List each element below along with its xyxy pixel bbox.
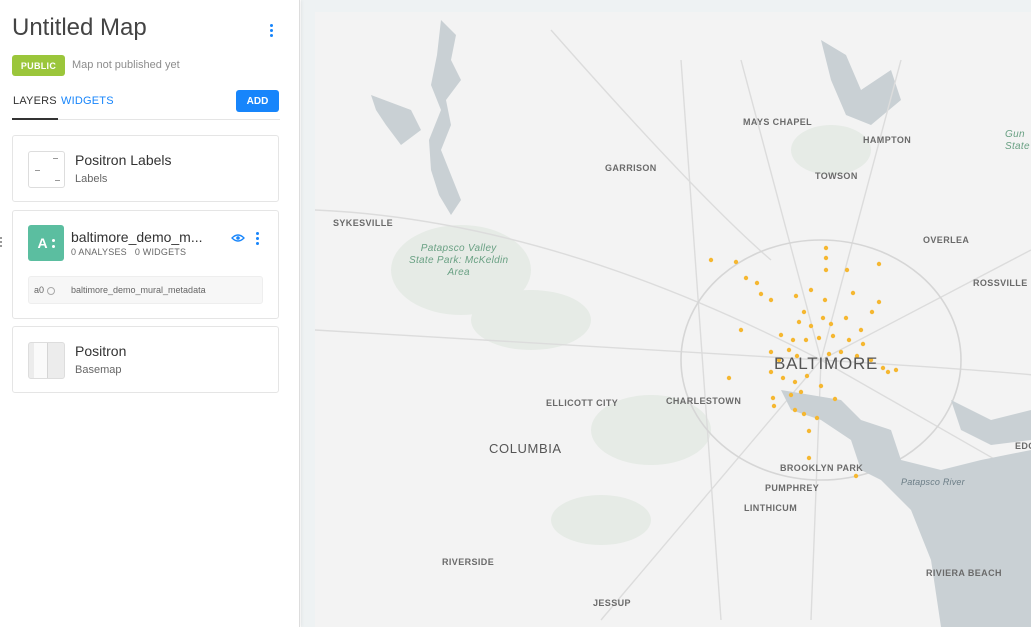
map-options-menu-icon[interactable] <box>264 22 278 40</box>
layer-subtitle: Labels <box>75 173 108 185</box>
editor-sidebar: Untitled Map PUBLIC Map not published ye… <box>0 0 300 627</box>
map-label-towson: TOWSON <box>815 171 858 181</box>
add-layer-button[interactable]: ADD <box>236 90 279 112</box>
analyses-count: 0 ANALYSES <box>71 247 127 257</box>
drag-handle-icon[interactable] <box>0 237 4 249</box>
gun-label-line: Gun <box>1005 129 1025 140</box>
privacy-badge[interactable]: PUBLIC <box>12 55 65 76</box>
layer-options-menu-icon[interactable] <box>250 230 264 248</box>
layer-letter: A <box>37 235 48 251</box>
tab-widgets[interactable]: WIDGETS <box>61 95 114 107</box>
analysis-source-row[interactable]: a0 baltimore_demo_mural_metadata <box>28 276 263 304</box>
map-label-pumphrey: PUMPHREY <box>765 483 820 493</box>
map-canvas[interactable]: MAYS CHAPEL HAMPTON GARRISON TOWSON SYKE… <box>301 0 1031 627</box>
map-label-edg: EDG <box>1015 441 1031 451</box>
map-label-garrison: GARRISON <box>605 163 657 173</box>
map-label-jessup: JESSUP <box>593 598 631 608</box>
map-label-overlea: OVERLEA <box>923 235 970 245</box>
gun-label-line: State <box>1005 141 1030 152</box>
layer-subtitle: Basemap <box>75 364 122 376</box>
layer-title: Positron Labels <box>75 152 172 168</box>
tab-layers[interactable]: LAYERS <box>12 95 58 120</box>
analysis-id: a0 <box>34 285 45 295</box>
park-label-line: Patapsco Valley <box>420 243 497 254</box>
layer-title: Positron <box>75 343 127 359</box>
map-label-hampton: HAMPTON <box>863 135 912 145</box>
map-label-gun: Gun State <box>1005 129 1030 153</box>
map-label-sykesville: SYKESVILLE <box>333 218 394 228</box>
layer-card-basemap[interactable]: Positron Basemap <box>12 326 279 393</box>
widgets-count: 0 WIDGETS <box>134 247 187 257</box>
map-label-mays-chapel: MAYS CHAPEL <box>743 117 813 127</box>
layer-card-data[interactable]: A baltimore_demo_m... 0 ANALYSES 0 WIDGET… <box>12 210 279 319</box>
map-label-patapsco-park: Patapsco Valley State Park: McKeldin Are… <box>409 243 508 279</box>
layer-meta: 0 ANALYSES 0 WIDGETS <box>71 247 194 257</box>
map-label-ellicott-city: ELLICOTT CITY <box>546 398 619 408</box>
visibility-eye-icon[interactable] <box>231 233 245 243</box>
map-label-charlestown: CHARLESTOWN <box>666 396 742 406</box>
analysis-source-name: baltimore_demo_mural_metadata <box>71 285 206 295</box>
map-label-brooklyn-park: BROOKLYN PARK <box>780 463 864 473</box>
map-label-rossville: ROSSVILLE <box>973 278 1028 288</box>
layer-letter-badge[interactable]: A <box>28 225 64 261</box>
layer-card-labels[interactable]: Positron Labels Labels <box>12 135 279 202</box>
map-label-riviera-beach: RIVIERA BEACH <box>926 568 1002 578</box>
layer-title[interactable]: baltimore_demo_m... <box>71 229 216 245</box>
map-label-patapsco-river: Patapsco River <box>901 477 965 487</box>
source-node-icon <box>47 287 55 295</box>
layer-dots-icon <box>51 238 55 248</box>
map-title[interactable]: Untitled Map <box>12 14 147 42</box>
map-label-linthicum: LINTHICUM <box>744 503 798 513</box>
park-label-line: State Park: McKeldin <box>409 255 509 266</box>
labels-thumbnail <box>28 151 65 188</box>
map-label-baltimore: BALTIMORE <box>774 354 879 373</box>
basemap-thumbnail <box>28 342 65 379</box>
map-label-riverside: RIVERSIDE <box>442 557 495 567</box>
park-label-line: Area <box>447 267 470 278</box>
publish-status: Map not published yet <box>72 59 180 71</box>
basemap-graphic <box>314 12 1031 627</box>
map-label-columbia: COLUMBIA <box>489 441 562 456</box>
